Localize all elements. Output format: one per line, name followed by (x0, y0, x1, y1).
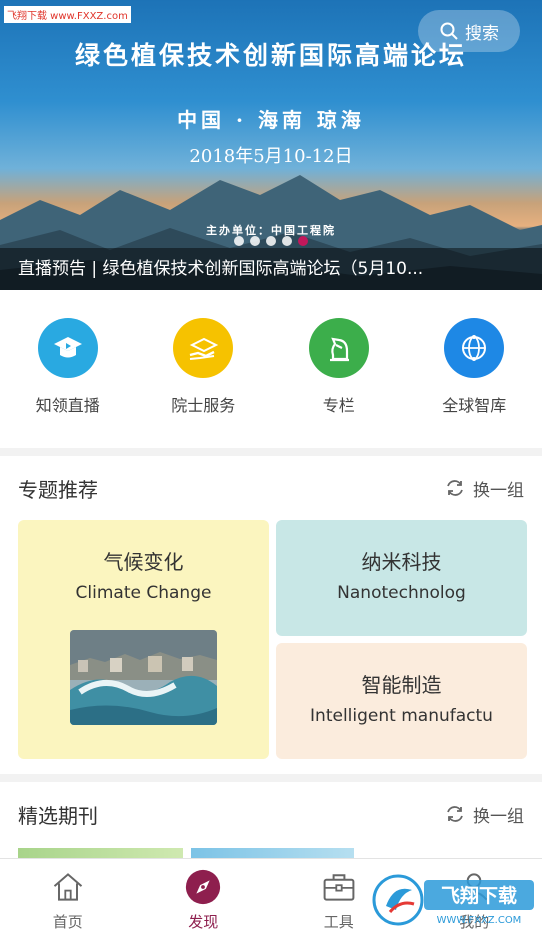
banner-location: 中国 · 海南 琼海 (177, 108, 365, 132)
watermark-top: 飞翔下载 www.FXXZ.com (4, 6, 131, 23)
topic-title-en: Intelligent manufactu (310, 706, 493, 726)
carousel-dots[interactable] (0, 236, 542, 246)
journal-cover[interactable] (18, 848, 183, 858)
carousel-dot[interactable] (266, 236, 276, 246)
refresh-icon (447, 806, 463, 822)
quicknav-item-column[interactable]: 专栏 (284, 318, 394, 448)
refresh-label: 换一组 (473, 806, 524, 827)
quick-nav: 知领直播 院士服务 专栏 全球智库 (0, 290, 542, 448)
topic-card-climate[interactable]: 气候变化 Climate Change (18, 520, 269, 759)
section-title: 精选期刊 (18, 803, 98, 828)
svg-text:飞翔下载: 飞翔下载 (441, 884, 517, 907)
section-title: 专题推荐 (18, 477, 98, 502)
topic-title-en: Nanotechnolog (337, 583, 466, 603)
tab-label: 工具 (323, 913, 354, 931)
topic-card-smart[interactable]: 智能制造 Intelligent manufactu (276, 643, 527, 759)
home-icon (48, 867, 88, 907)
refresh-label: 换一组 (473, 480, 524, 501)
compass-icon (183, 867, 223, 907)
globe-network-icon (444, 318, 505, 378)
quicknav-label: 专栏 (322, 396, 355, 415)
refresh-button[interactable]: 换一组 (445, 476, 524, 501)
quicknav-label: 全球智库 (442, 396, 507, 415)
topics-section: 专题推荐 换一组 气候变化 Climate Change 纳米科技 Nanote… (0, 456, 542, 774)
banner-date: 2018年5月10-12日 (189, 146, 353, 167)
tab-home[interactable]: 首页 (0, 859, 136, 935)
quicknav-item-academician[interactable]: 院士服务 (148, 318, 258, 448)
topic-title-cn: 气候变化 (103, 550, 184, 574)
carousel-dot[interactable] (282, 236, 292, 246)
svg-text:WWW.FXXZ.COM: WWW.FXXZ.COM (437, 915, 522, 926)
chess-knight-icon (308, 318, 369, 378)
climate-wave-image (70, 630, 217, 725)
tab-label: 首页 (52, 913, 83, 931)
quicknav-label: 知领直播 (35, 396, 100, 415)
carousel-dot[interactable] (234, 236, 244, 246)
journals-section: 精选期刊 换一组 (0, 782, 542, 858)
quicknav-item-live[interactable]: 知领直播 (13, 318, 123, 448)
tab-discover[interactable]: 发现 (136, 859, 272, 935)
banner-title: 绿色植保技术创新国际高端论坛 (74, 41, 467, 70)
topic-title-en: Climate Change (75, 583, 212, 603)
corner-watermark: 飞翔下载 WWW.FXXZ.COM (372, 870, 537, 930)
quicknav-label: 院士服务 (171, 396, 236, 415)
tab-label: 发现 (188, 913, 219, 931)
carousel-dot[interactable] (298, 236, 308, 246)
graduation-play-icon (37, 318, 98, 378)
toolbox-icon (319, 867, 359, 907)
refresh-button[interactable]: 换一组 (445, 802, 524, 827)
hand-service-icon (173, 318, 234, 378)
banner-caption[interactable]: 直播预告 | 绿色植保技术创新国际高端论坛（5月10... (0, 248, 542, 290)
journal-cover[interactable] (191, 848, 354, 858)
topic-card-nano[interactable]: 纳米科技 Nanotechnolog (276, 520, 527, 636)
hero-banner[interactable]: 飞翔下载 www.FXXZ.com 搜索 绿色植保技术创新国际高端论坛 中国 ·… (0, 0, 542, 290)
topic-title-cn: 智能制造 (361, 673, 442, 697)
carousel-dot[interactable] (250, 236, 260, 246)
refresh-icon (447, 480, 463, 496)
topic-title-cn: 纳米科技 (361, 550, 442, 574)
quicknav-item-thinktank[interactable]: 全球智库 (419, 318, 529, 448)
